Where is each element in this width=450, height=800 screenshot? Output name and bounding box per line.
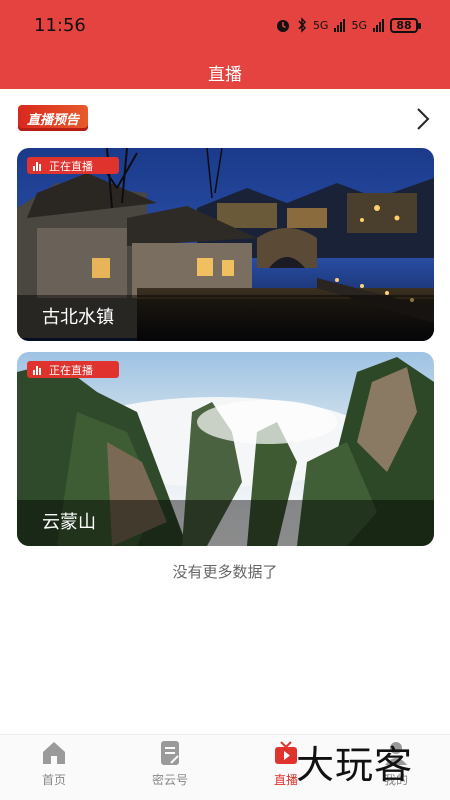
nav-label: 首页 — [41, 773, 66, 787]
list-end-text: 没有更多数据了 — [172, 563, 278, 581]
live-card-title: 云蒙山 — [42, 512, 96, 533]
live-status-badge: 正在直播 — [27, 361, 119, 378]
live-bars-icon — [33, 161, 41, 171]
home-icon — [43, 742, 65, 764]
live-card-title: 古北水镇 — [42, 307, 114, 328]
signal-icon-2 — [373, 18, 384, 32]
nav-label: 直播 — [273, 773, 298, 787]
live-status-label: 正在直播 — [49, 159, 93, 173]
network-label-2: 5G — [351, 18, 367, 32]
network-label-1: 5G — [312, 18, 329, 32]
status-time: 11:56 — [34, 15, 86, 36]
battery-indicator: 88 — [390, 17, 421, 33]
nav-label: 密云号 — [151, 773, 188, 787]
status-icons: 5G 5G 88 — [275, 17, 421, 33]
chevron-right-icon[interactable] — [412, 105, 434, 133]
live-status-label: 正在直播 — [49, 363, 93, 377]
nav-item-home[interactable]: 首页 — [14, 739, 94, 788]
signal-icon-1 — [334, 18, 346, 32]
live-status-badge: 正在直播 — [27, 157, 119, 174]
live-card-yunmeng[interactable]: 正在直播 云蒙山 — [17, 352, 434, 546]
live-preview-header: 直播预告 — [18, 103, 438, 133]
alarm-icon — [276, 20, 289, 32]
nav-item-miyunhao[interactable]: 密云号 — [130, 739, 210, 788]
document-icon — [161, 741, 179, 765]
bluetooth-icon — [298, 17, 306, 33]
live-card-gubei[interactable]: 正在直播 古北水镇 — [17, 148, 434, 341]
status-bar: 11:56 5G 5G 88 — [0, 0, 450, 55]
live-bars-icon — [33, 365, 41, 375]
live-preview-badge[interactable]: 直播预告 — [18, 105, 88, 131]
page-title: 直播 — [208, 65, 242, 85]
top-app-bar: 11:56 5G 5G 88 直播 — [0, 0, 450, 89]
watermark: 大玩客 — [296, 743, 414, 787]
